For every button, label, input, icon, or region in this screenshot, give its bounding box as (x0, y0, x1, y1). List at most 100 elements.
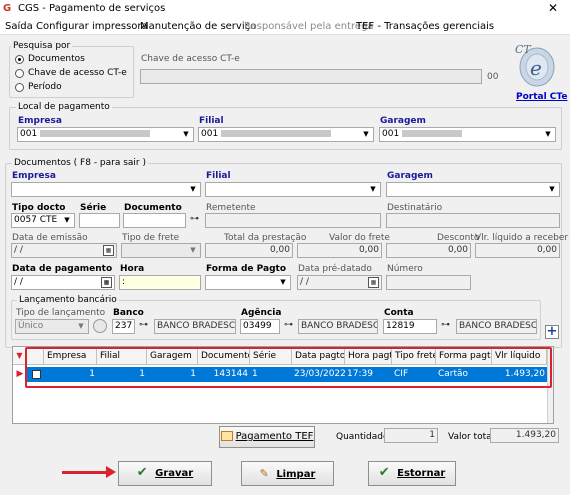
pre-datado-label: Data pré-datado (298, 264, 372, 274)
binoculars-icon[interactable]: ⊶ (284, 320, 293, 331)
hora-input[interactable]: : (119, 275, 201, 290)
conta-label: Conta (384, 308, 414, 318)
radio-documentos[interactable] (15, 55, 24, 64)
local-garagem-value: 001 (382, 129, 400, 139)
calendar-icon[interactable]: ▦ (101, 277, 112, 288)
portal-cte-link[interactable]: Portal CTe (516, 92, 567, 103)
doc-filial-select[interactable]: ▼ (205, 182, 381, 197)
menu-saida[interactable]: Saída (5, 21, 33, 33)
estornar-label: Estornar (397, 468, 446, 479)
valor-total-label: Valor total (448, 432, 495, 442)
tipo-lancamento-label: Tipo de lançamento (16, 308, 106, 318)
remetente-input (205, 213, 381, 228)
close-icon[interactable]: ✕ (548, 1, 558, 15)
data-pagamento-label: Data de pagamento (12, 264, 113, 274)
chave-acesso-input[interactable] (140, 69, 482, 84)
radio-periodo[interactable] (15, 83, 24, 92)
agencia-code-input[interactable]: 03499 (240, 319, 280, 334)
estornar-button[interactable]: ✔ Estornar (368, 461, 456, 486)
local-garagem-select[interactable]: 001 ▼ (379, 127, 556, 142)
emissao-value: / / (14, 245, 23, 255)
eraser-icon: ✎ (259, 467, 269, 480)
pre-datado-input: / / ▦ (297, 275, 382, 290)
cte-logo-icon: CT e (513, 41, 557, 89)
tef-icon (220, 431, 233, 441)
emissao-input: / / ▦ (11, 243, 117, 258)
binoculars-icon[interactable]: ⊶ (190, 214, 199, 225)
tipo-lancamento-value: Único (18, 321, 44, 331)
doc-empresa-select[interactable]: ▼ (11, 182, 201, 197)
total-prest-input: 0,00 (205, 243, 293, 258)
forma-pagto-select[interactable]: ▼ (205, 275, 291, 290)
menu-manutencao-servico[interactable]: Manutenção de serviço (140, 21, 256, 33)
binoculars-icon[interactable]: ⊶ (139, 320, 148, 331)
doc-garagem-label: Garagem (387, 171, 433, 181)
documento-input[interactable] (123, 213, 186, 228)
chevron-down-icon: ▼ (78, 322, 84, 330)
documentos-label: Documentos ( F8 - para sair ) (12, 158, 149, 168)
local-filial-value: 001 (201, 129, 219, 139)
local-empresa-value: 001 (20, 129, 38, 139)
tipo-docto-value: 0057 CTE (14, 215, 58, 225)
banco-name: BANCO BRADESCO (154, 319, 236, 334)
menu-tef[interactable]: TEF - Transações gerenciais (356, 21, 494, 33)
local-empresa-label: Empresa (18, 116, 62, 126)
pagamento-tef-button[interactable]: Pagamento TEF (219, 426, 315, 448)
vlr-liquido-input: 0,00 (475, 243, 560, 258)
conta-code-input[interactable]: 12819 (383, 319, 437, 334)
radio-chave-acesso[interactable] (15, 69, 24, 78)
pre-datado-value: / / (300, 277, 309, 287)
add-icon[interactable]: + (545, 325, 559, 339)
chevron-down-icon: ▼ (183, 130, 189, 138)
serie-input[interactable] (79, 213, 120, 228)
svg-text:CT: CT (515, 43, 532, 56)
tipo-lancamento-select: Único ▼ (15, 319, 89, 334)
gravar-button[interactable]: ✔ Gravar (118, 461, 212, 486)
chevron-down-icon: ▼ (549, 185, 555, 193)
valor-total-value: 1.493,20 (490, 428, 559, 443)
doc-empresa-label: Empresa (12, 171, 56, 181)
chave-suffix: 00 (487, 72, 499, 82)
redacted-text (40, 130, 151, 137)
quantidade-value: 1 (384, 428, 438, 443)
hora-label: Hora (120, 264, 145, 274)
local-empresa-select[interactable]: 001 ▼ (17, 127, 194, 142)
chevron-down-icon: ▼ (363, 130, 369, 138)
conta-name: BANCO BRADESCO (456, 319, 537, 334)
app-logo-icon: G (3, 3, 12, 14)
menu-responsavel-entrega: Responsável pela entrega (244, 21, 374, 32)
lancamento-label: Lançamento bancário (17, 295, 119, 305)
window-title: CGS - Pagamento de serviços (18, 3, 166, 14)
binoculars-icon[interactable]: ⊶ (441, 320, 450, 331)
local-filial-select[interactable]: 001 ▼ (198, 127, 374, 142)
grid-highlight (25, 347, 552, 388)
local-garagem-label: Garagem (380, 116, 426, 126)
limpar-button[interactable]: ✎ Limpar (241, 461, 334, 486)
checkmark-icon: ✔ (378, 465, 390, 480)
menu-configurar-impressora[interactable]: Configurar impressora (36, 21, 148, 33)
destinatario-input (386, 213, 560, 228)
data-pagamento-value: / / (14, 277, 23, 287)
checkmark-icon: ✔ (136, 465, 148, 480)
radio-documentos-label: Documentos (28, 54, 85, 64)
numero-label: Número (387, 264, 423, 274)
valor-frete-input: 0,00 (297, 243, 382, 258)
desconto-input: 0,00 (386, 243, 471, 258)
doc-garagem-select[interactable]: ▼ (386, 182, 560, 197)
chevron-down-icon: ▼ (64, 216, 70, 224)
arrow-annotation (62, 471, 112, 474)
chevron-down-icon: ▼ (280, 278, 286, 286)
radio-periodo-label: Período (28, 82, 62, 92)
arrow-head-icon (106, 466, 116, 478)
tipo-docto-select[interactable]: 0057 CTE ▼ (11, 213, 75, 228)
gravar-label: Gravar (155, 468, 194, 479)
chevron-down-icon: ▼ (545, 130, 551, 138)
calendar-icon: ▦ (368, 277, 379, 288)
data-pagamento-input[interactable]: / / ▦ (11, 275, 115, 290)
pagamento-tef-label: Pagamento TEF (235, 431, 314, 442)
chevron-down-icon: ▼ (190, 185, 196, 193)
calendar-icon: ▦ (103, 245, 114, 256)
limpar-label: Limpar (276, 469, 316, 480)
banco-code-input[interactable]: 237 (112, 319, 135, 334)
redacted-text (402, 130, 463, 137)
